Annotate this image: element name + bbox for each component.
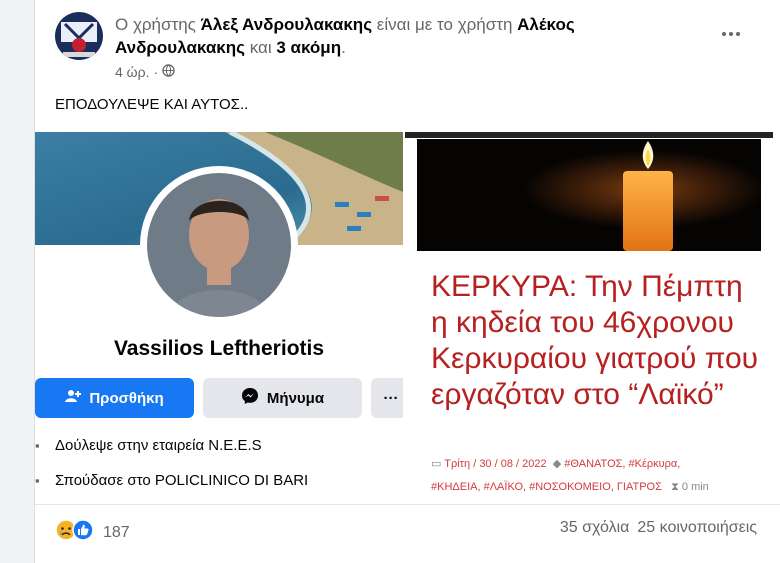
- post-stats: 187 35 σχόλια 25 κοινοποιήσεις: [35, 504, 780, 553]
- header-period: .: [341, 38, 346, 57]
- article-top-bar: [405, 132, 773, 138]
- photo-collage[interactable]: Vassilios Leftheriotis Προσθήκη Μήνυμα ·…: [35, 132, 773, 498]
- candle-image: [417, 139, 761, 251]
- study-text: Σπούδασε στο POLICLINICO DI BARI: [55, 472, 309, 489]
- tag-icon: ◆: [552, 458, 562, 470]
- dot: [729, 32, 733, 36]
- hourglass-icon: ⧗: [671, 481, 679, 493]
- calendar-icon: ▭: [431, 458, 442, 470]
- reactions-summary[interactable]: 187: [55, 519, 130, 546]
- post-options-button[interactable]: [719, 22, 743, 46]
- profile-name: Vassilios Leftheriotis: [113, 337, 325, 360]
- messenger-icon: [241, 387, 259, 409]
- article-tags-line2[interactable]: #ΚΗΔΕΙΑ, #ΛΑΪΚΟ, #ΝΟΣΟΚΟΜΕΙΟ, ΓΙΑΤΡΟΣ: [431, 481, 662, 493]
- post-header: Ο χρήστης Άλεξ Ανδρουλακακης είναι με το…: [115, 13, 675, 59]
- article-title[interactable]: ΚΕΡΚΥΡΑ: Την Πέμπτη η κηδεία του 46χρονο…: [431, 269, 761, 413]
- header-with: είναι με το χρήστη: [376, 15, 513, 34]
- author-avatar[interactable]: [55, 12, 103, 60]
- add-friend-icon: [65, 388, 82, 408]
- dot: [736, 32, 740, 36]
- post-meta: 4 ώρ. ·: [115, 64, 175, 80]
- article-tags-row: #ΚΗΔΕΙΑ, #ΛΑΪΚΟ, #ΝΟΣΟΚΟΜΕΙΟ, ΓΙΑΤΡΟΣ ⧗ …: [431, 481, 771, 494]
- work-text: Δούλεψε στην εταιρεία N.E.E.S: [55, 437, 262, 454]
- article-screenshot[interactable]: ΚΕΡΚΥΡΑ: Την Πέμπτη η κηδεία του 46χρονο…: [405, 132, 773, 498]
- globe-icon: [162, 64, 175, 80]
- article-meta-line: ▭ Τρίτη / 30 / 08 / 2022 ◆ #ΘΑΝΑΤΟΣ, #Κέ…: [431, 457, 771, 470]
- comments-count[interactable]: 35 σχόλια: [560, 519, 629, 537]
- post-time[interactable]: 4 ώρ.: [115, 64, 149, 80]
- read-time: 0 min: [681, 481, 709, 493]
- message-button[interactable]: Μήνυμα: [203, 378, 362, 418]
- meta-separator: ·: [153, 64, 159, 80]
- work-info: ▪ Δούλεψε στην εταιρεία N.E.E.S: [35, 437, 262, 454]
- message-label: Μήνυμα: [266, 389, 325, 407]
- add-friend-button[interactable]: Προσθήκη: [35, 378, 194, 418]
- engagement-counts: 35 σχόλια 25 κοινοποιήσεις: [560, 519, 757, 537]
- article-date: Τρίτη / 30 / 08 / 2022: [444, 458, 547, 470]
- profile-more-button[interactable]: ···: [371, 378, 403, 418]
- profile-screenshot[interactable]: Vassilios Leftheriotis Προσθήκη Μήνυμα ·…: [35, 132, 403, 498]
- header-intro: Ο χρήστης: [115, 15, 196, 34]
- briefcase-icon: ▪: [35, 438, 40, 453]
- post-text: ΕΠΟΔΟΥΛΕΨΕ ΚΑΙ ΑΥΤΟΣ..: [55, 96, 249, 113]
- add-friend-label: Προσθήκη: [89, 389, 164, 407]
- profile-picture[interactable]: [147, 173, 291, 317]
- article-tags-line1[interactable]: #ΘΑΝΑΤΟΣ, #Κέρκυρα,: [564, 458, 680, 470]
- like-reaction-icon: [72, 519, 94, 546]
- post-card: Ο χρήστης Άλεξ Ανδρουλακακης είναι με το…: [34, 0, 780, 563]
- author-link[interactable]: Άλεξ Ανδρουλακακης: [201, 15, 372, 34]
- graduation-cap-icon: ▪: [35, 473, 40, 488]
- header-and: και: [249, 38, 272, 57]
- dot: [722, 32, 726, 36]
- shares-count[interactable]: 25 κοινοποιήσεις: [637, 519, 757, 537]
- reaction-count: 187: [103, 523, 130, 541]
- study-info: ▪ Σπούδασε στο POLICLINICO DI BARI: [35, 472, 308, 489]
- others-link[interactable]: 3 ακόμη: [276, 38, 341, 57]
